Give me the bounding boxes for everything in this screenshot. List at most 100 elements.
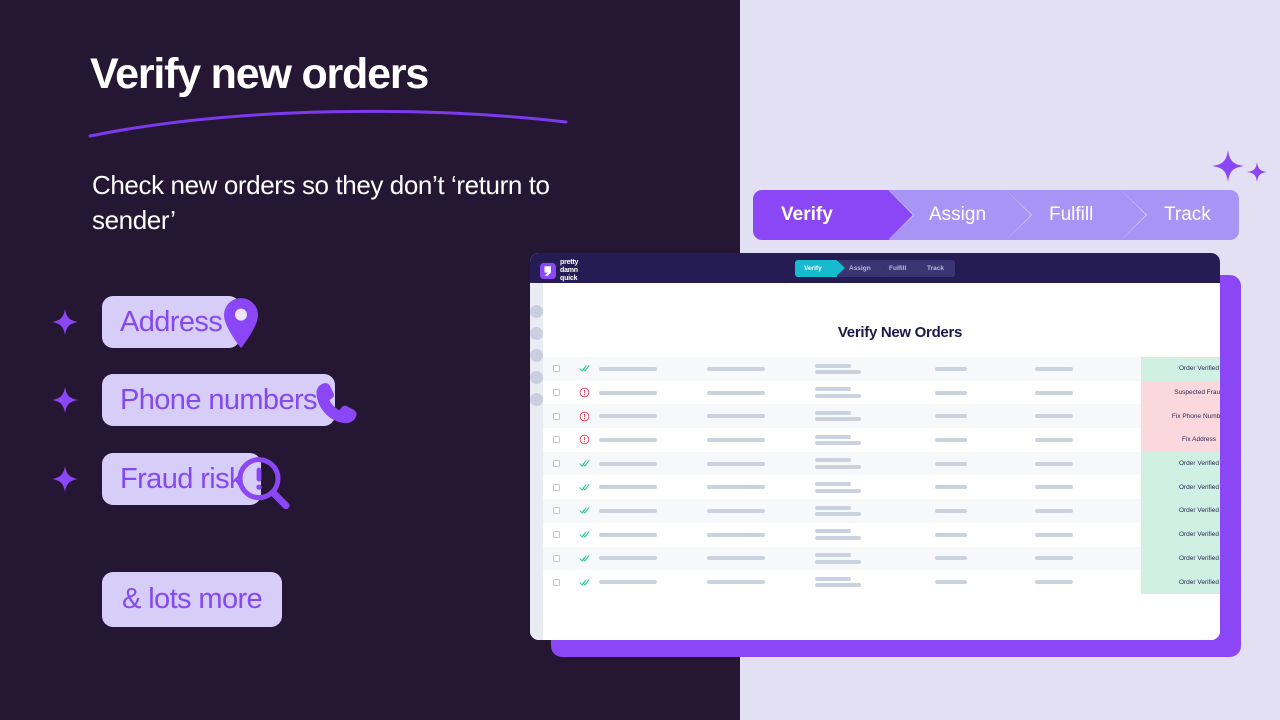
placeholder-bar: [935, 580, 967, 585]
row-checkbox[interactable]: [552, 578, 560, 586]
feature-row-phone: Phone numbers: [50, 374, 357, 426]
row-checkbox-cell: [543, 507, 569, 515]
app-logo[interactable]: pretty damn quick: [540, 259, 578, 283]
table-row[interactable]: Order Verified: [543, 570, 1220, 594]
placeholder-bar: [815, 505, 851, 510]
feature-pill-address[interactable]: Address: [102, 296, 259, 349]
rail-dot[interactable]: [530, 349, 543, 362]
placeholder-bar: [815, 458, 851, 463]
row-placeholder-cell: [1035, 532, 1141, 537]
feature-row-fraud-risk: Fraud risk: [50, 453, 290, 510]
app-step-verify[interactable]: Verify: [795, 259, 837, 277]
double-check-icon: [578, 531, 590, 538]
row-placeholder-cell: [815, 387, 935, 398]
alert-circle-icon: [579, 387, 589, 398]
sparkle-bullet-icon: [52, 309, 78, 335]
table-row[interactable]: Order Verified: [543, 546, 1220, 571]
status-badge: Order Verified: [1141, 522, 1220, 547]
placeholder-bar: [815, 576, 851, 581]
row-placeholder-cell: [599, 580, 707, 585]
step-fulfill-label: Fulfill: [1049, 204, 1094, 225]
table-row[interactable]: Fix Phone Number: [543, 404, 1220, 429]
row-checkbox[interactable]: [552, 507, 560, 515]
row-placeholder-cell: [935, 532, 1035, 537]
status-badge: Order Verified: [1141, 546, 1220, 571]
table-row[interactable]: Order Verified: [543, 499, 1220, 523]
placeholder-bar: [599, 580, 657, 585]
table-row[interactable]: Order Verified: [543, 451, 1220, 476]
double-check-icon: [578, 460, 590, 467]
feature-row-address: Address: [50, 296, 259, 349]
rail-dot[interactable]: [530, 371, 543, 384]
row-placeholder-cell: [815, 482, 935, 493]
row-placeholder-cell: [815, 505, 935, 517]
placeholder-bar: [815, 434, 851, 439]
placeholder-bar: [1035, 485, 1073, 490]
app-top-bar: pretty damn quick Verify Assign Fulfill …: [530, 253, 1220, 283]
app-main-content: Verify New Orders Order Verified Suspecte…: [543, 283, 1220, 640]
placeholder-bar: [815, 512, 861, 517]
row-placeholder-cell: [599, 556, 707, 561]
row-placeholder-cell: [815, 458, 935, 469]
placeholder-bar: [599, 532, 657, 537]
feature-pill-more[interactable]: & lots more: [102, 572, 283, 627]
placeholder-bar: [599, 461, 657, 466]
row-checkbox[interactable]: [552, 554, 560, 562]
step-track-label: Track: [1164, 204, 1211, 225]
table-row[interactable]: Order Verified: [543, 357, 1220, 381]
row-checkbox[interactable]: [552, 365, 560, 373]
feature-pill-phone-numbers[interactable]: Phone numbers: [102, 374, 357, 426]
sparkle-bullet-icon: [52, 466, 78, 492]
placeholder-bar: [1035, 414, 1073, 419]
row-status-icon-cell: [569, 458, 599, 469]
placeholder-bar: [1035, 532, 1073, 537]
placeholder-bar: [815, 529, 851, 534]
placeholder-bar: [815, 535, 861, 540]
row-checkbox[interactable]: [552, 460, 560, 468]
placeholder-bar: [707, 437, 765, 442]
rail-dot[interactable]: [530, 393, 543, 406]
row-status-icon-cell: [569, 363, 599, 374]
placeholder-bar: [815, 553, 851, 558]
row-placeholder-cell: [935, 390, 1035, 395]
table-row[interactable]: Suspected Fraud: [543, 380, 1220, 405]
placeholder-bar: [599, 508, 657, 513]
row-placeholder-cell: [1035, 508, 1141, 513]
placeholder-bar: [1035, 580, 1073, 585]
table-row[interactable]: Order Verified: [543, 475, 1220, 500]
row-status-icon-cell: [569, 505, 599, 516]
table-row[interactable]: Order Verified: [543, 522, 1220, 547]
placeholder-bar: [707, 532, 765, 537]
status-badge: Fix Phone Number: [1141, 404, 1220, 429]
rail-dot[interactable]: [530, 305, 543, 318]
app-sidebar-rail: [530, 283, 543, 640]
map-pin-icon: [224, 298, 259, 349]
row-placeholder-cell: [815, 576, 935, 588]
row-checkbox[interactable]: [552, 389, 560, 397]
placeholder-bar: [1035, 508, 1073, 513]
row-placeholder-cell: [707, 580, 815, 585]
row-placeholder-cell: [707, 508, 815, 513]
row-checkbox[interactable]: [552, 436, 560, 444]
row-checkbox[interactable]: [552, 483, 560, 491]
alert-circle-icon: [579, 435, 589, 445]
placeholder-bar: [935, 390, 967, 395]
step-verify-label: Verify: [781, 204, 833, 225]
row-placeholder-cell: [815, 434, 935, 446]
status-badge: Order Verified: [1141, 357, 1220, 381]
row-checkbox-cell: [543, 436, 569, 444]
placeholder-bar: [935, 508, 967, 513]
step-verify[interactable]: Verify: [753, 190, 889, 240]
placeholder-bar: [599, 556, 657, 561]
row-checkbox[interactable]: [552, 412, 560, 420]
rail-dot[interactable]: [530, 327, 543, 340]
placeholder-bar: [815, 482, 851, 487]
table-row[interactable]: Fix Address: [543, 428, 1220, 452]
placeholder-bar: [815, 417, 861, 422]
row-placeholder-cell: [935, 508, 1035, 513]
process-step-bar: Verify Assign Fulfill Track: [753, 190, 1239, 240]
row-checkbox-cell: [543, 460, 569, 468]
phone-icon: [316, 383, 357, 424]
row-checkbox[interactable]: [552, 531, 560, 539]
feature-pill-fraud-risk[interactable]: Fraud risk: [102, 453, 290, 510]
